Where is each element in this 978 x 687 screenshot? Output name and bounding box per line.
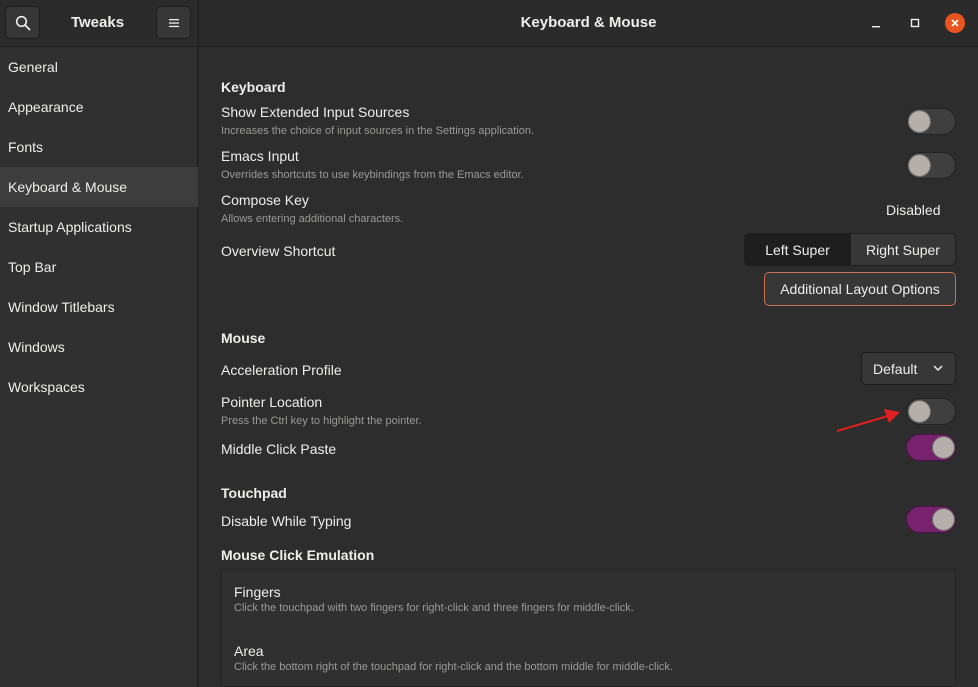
sidebar-item-label: Appearance [8, 99, 84, 115]
acceleration-profile-title: Acceleration Profile [221, 362, 342, 378]
sidebar-item-label: Fonts [8, 139, 44, 155]
keyboard-section-title: Keyboard [221, 79, 286, 95]
pointer-location-title: Pointer Location [221, 394, 323, 410]
area-description: Click the bottom right of the touchpad f… [234, 661, 673, 673]
middle-click-paste-title: Middle Click Paste [221, 441, 337, 457]
maximize-button[interactable] [905, 13, 925, 33]
sidebar-item-top-bar[interactable]: Top Bar [0, 247, 198, 287]
overview-shortcut-toggle: Left Super Right Super [744, 233, 956, 266]
click-emulation-section-title: Mouse Click Emulation [221, 547, 375, 563]
maximize-icon [910, 18, 920, 28]
sidebar-item-label: Window Titlebars [8, 299, 115, 315]
sidebar-item-general[interactable]: General [0, 47, 198, 87]
extended-input-description: Increases the choice of input sources in… [221, 125, 535, 137]
sidebar-item-label: General [8, 59, 58, 75]
sidebar-item-label: Keyboard & Mouse [8, 179, 128, 195]
minimize-button[interactable] [866, 13, 886, 33]
compose-key-description: Allows entering additional characters. [221, 213, 404, 225]
emacs-input-description: Overrides shortcuts to use keybindings f… [221, 169, 524, 181]
emacs-input-title: Emacs Input [221, 148, 299, 164]
close-icon [951, 19, 959, 27]
minimize-icon [872, 26, 880, 28]
sidebar-item-window-titlebars[interactable]: Window Titlebars [0, 287, 198, 327]
pointer-location-switch[interactable] [906, 398, 956, 425]
mouse-section-title: Mouse [221, 330, 266, 346]
switch-knob [908, 110, 931, 133]
sidebar-item-workspaces[interactable]: Workspaces [0, 367, 198, 407]
compose-key-value[interactable]: Disabled [886, 202, 940, 218]
fingers-title: Fingers [234, 584, 281, 600]
acceleration-profile-value: Default [873, 360, 918, 377]
close-button[interactable] [945, 13, 965, 33]
disable-while-typing-switch[interactable] [906, 506, 956, 533]
window-title: Keyboard & Mouse [520, 14, 657, 31]
sidebar-item-label: Windows [8, 339, 65, 355]
search-button[interactable] [5, 6, 40, 39]
sidebar-item-startup-applications[interactable]: Startup Applications [0, 207, 198, 247]
additional-layout-options-button[interactable]: Additional Layout Options [764, 272, 956, 306]
sidebar-item-windows[interactable]: Windows [0, 327, 198, 367]
switch-knob [932, 508, 955, 531]
main-panel: Keyboard Show Extended Input Sources Inc… [199, 47, 978, 687]
switch-knob [908, 154, 931, 177]
sidebar-item-label: Workspaces [8, 379, 85, 395]
chevron-down-icon [933, 365, 943, 372]
sidebar-item-keyboard-mouse[interactable]: Keyboard & Mouse [0, 167, 198, 207]
right-super-button[interactable]: Right Super [850, 234, 955, 265]
switch-knob [908, 400, 931, 423]
sidebar-item-label: Startup Applications [8, 219, 132, 235]
hamburger-menu-icon [168, 18, 179, 27]
app-title: Tweaks [70, 14, 125, 31]
red-arrow-icon [836, 409, 900, 432]
switch-knob [932, 436, 955, 459]
header-sidebar-section: Tweaks [0, 0, 199, 47]
sidebar-item-appearance[interactable]: Appearance [0, 87, 198, 127]
middle-click-paste-switch[interactable] [906, 434, 956, 461]
click-emulation-list: Fingers Click the touchpad with two fing… [221, 569, 956, 687]
sidebar: General Appearance Fonts Keyboard & Mous… [0, 47, 198, 687]
area-title: Area [234, 643, 264, 659]
compose-key-title: Compose Key [221, 192, 309, 208]
sidebar-item-fonts[interactable]: Fonts [0, 127, 198, 167]
search-icon [15, 15, 30, 30]
sidebar-item-label: Top Bar [8, 259, 57, 275]
extended-input-switch[interactable] [906, 108, 956, 135]
disable-while-typing-title: Disable While Typing [221, 513, 352, 529]
extended-input-title: Show Extended Input Sources [221, 104, 410, 120]
acceleration-profile-dropdown[interactable]: Default [861, 352, 956, 385]
emacs-input-switch[interactable] [906, 152, 956, 179]
pointer-location-description: Press the Ctrl key to highlight the poin… [221, 415, 422, 427]
touchpad-section-title: Touchpad [221, 485, 287, 501]
header-bar: Tweaks Keyboard & Mouse [0, 0, 978, 47]
menu-button[interactable] [156, 6, 191, 39]
fingers-description: Click the touchpad with two fingers for … [234, 602, 634, 614]
overview-shortcut-title: Overview Shortcut [221, 243, 336, 259]
left-super-button[interactable]: Left Super [745, 234, 850, 265]
